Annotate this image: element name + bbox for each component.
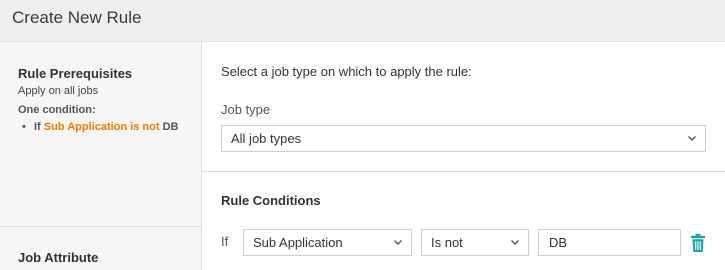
condition-summary-prefix: If — [34, 121, 41, 133]
chevron-down-icon — [393, 230, 403, 265]
condition-value-input[interactable] — [538, 229, 681, 256]
condition-attribute-value: Sub Application — [253, 235, 343, 250]
job-type-instruction: Select a job type on which to apply the … — [221, 64, 472, 79]
sidebar: Rule Prerequisites Apply on all jobs One… — [0, 42, 202, 270]
section-divider — [202, 171, 725, 172]
dialog-header: Create New Rule — [0, 0, 725, 42]
trash-icon[interactable] — [690, 233, 706, 253]
chevron-down-icon — [687, 126, 697, 161]
dialog-title: Create New Rule — [12, 8, 142, 27]
rule-prerequisites-title: Rule Prerequisites — [18, 66, 133, 81]
condition-summary: • If Sub Application is not DB — [18, 119, 188, 135]
condition-count-label: One condition: — [18, 104, 96, 116]
rule-prerequisites-section: Rule Prerequisites Apply on all jobs One… — [18, 66, 188, 135]
condition-if-label: If — [221, 234, 229, 249]
bullet-icon: • — [22, 121, 26, 133]
job-type-label: Job type — [221, 102, 271, 117]
rule-prerequisites-subtitle: Apply on all jobs — [18, 85, 99, 97]
main-panel: Select a job type on which to apply the … — [202, 42, 725, 270]
condition-summary-suffix: DB — [162, 121, 179, 133]
condition-operator-select[interactable]: Is not — [421, 229, 529, 256]
job-type-select[interactable]: All job types — [221, 125, 706, 152]
condition-operator-value: Is not — [431, 235, 463, 250]
condition-summary-highlight: Sub Application is not — [43, 121, 160, 133]
sidebar-divider — [0, 226, 201, 227]
chevron-down-icon — [510, 230, 520, 265]
condition-attribute-select[interactable]: Sub Application — [243, 229, 412, 256]
sidebar-item-job-attribute[interactable]: Job Attribute — [18, 250, 98, 265]
rule-conditions-title: Rule Conditions — [221, 193, 321, 208]
job-type-select-value: All job types — [231, 131, 302, 146]
